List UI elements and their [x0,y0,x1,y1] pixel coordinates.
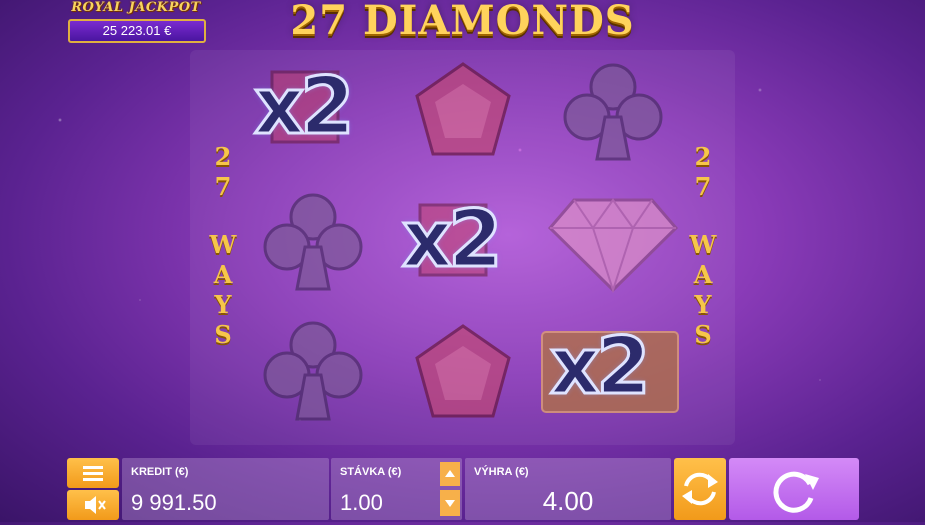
club-icon [563,63,663,161]
bet-label: STÁVKA (€) [340,466,402,478]
ways-char: A [693,260,713,289]
sound-icon [85,496,106,514]
game-title: 27 DIAMONDS [290,0,635,44]
symbol-club [553,55,673,165]
ways-char: S [694,320,712,349]
bet-up-button[interactable] [440,462,460,486]
autoplay-button[interactable] [674,458,726,520]
credit-value: 9 991.50 [131,490,217,515]
ways-char: W [209,230,237,259]
symbol-club [253,185,373,295]
credit-panel: KREDIT (€) 9 991.50 [122,458,329,520]
bet-value: 1.00 [340,490,383,515]
ways-char: W [689,230,717,259]
ways-char: 2 [694,142,712,171]
club-icon [263,321,363,421]
menu-button[interactable] [67,458,119,488]
win-value: 4.00 [542,486,594,516]
multiplier-x2: x2 [401,195,505,285]
ways-char: Y [694,290,712,319]
credit-label: KREDIT (€) [131,466,189,478]
spin-button[interactable] [729,458,859,520]
ways-label-right: 2 7 W A Y S [688,142,718,350]
diamond-icon [548,198,678,294]
symbol-x2-card: x2 [540,322,680,438]
ways-char: 7 [214,172,232,201]
ways-char: A [213,260,233,289]
pentagon-gem-icon [415,62,511,156]
multiplier-x2: x2 [549,322,653,412]
win-panel: VÝHRA (€) 4.00 [465,458,671,520]
bet-up-icon [445,470,455,477]
sound-button[interactable] [67,490,119,520]
ways-label-left: 2 7 W A Y S [208,142,238,350]
ways-char: 7 [694,172,712,201]
autoplay-icon [682,472,718,506]
spin-icon [773,471,819,513]
symbol-club [253,315,373,425]
club-icon [263,193,363,291]
bet-down-button[interactable] [440,490,460,516]
pentagon-gem-icon [415,324,511,418]
bet-down-icon [445,500,455,507]
multiplier-x2: x2 [253,62,357,152]
bet-panel: STÁVKA (€) 1.00 [331,458,462,520]
symbol-x2-red-gem: x2 [400,195,520,305]
symbol-x2-red-gem: x2 [250,58,370,168]
symbol-pentagon-gem [405,320,525,430]
ways-char: 2 [214,142,232,171]
win-label: VÝHRA (€) [474,466,529,478]
menu-icon [83,466,103,481]
symbol-pentagon-gem [405,58,525,168]
ways-char: S [214,320,232,349]
ways-char: Y [214,290,232,319]
symbol-diamond [548,190,678,300]
